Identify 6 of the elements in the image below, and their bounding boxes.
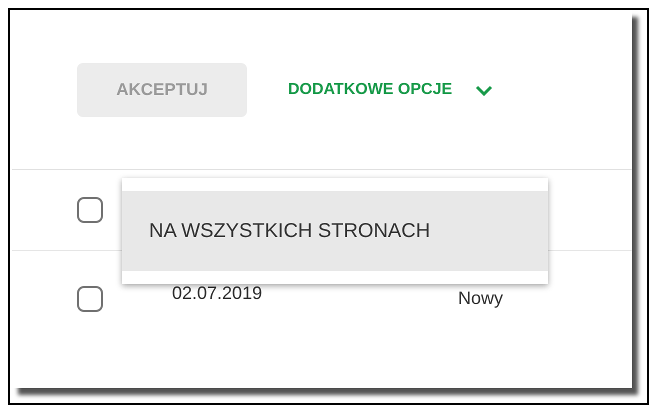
table-cell: Nowy	[458, 288, 504, 309]
table-cell-text: 02.07.2019	[172, 283, 264, 304]
row-checkbox[interactable]	[77, 286, 103, 312]
menu-item[interactable]: NA WSZYSTKICH STRONACH	[122, 191, 548, 271]
select-all-checkbox[interactable]	[77, 197, 103, 223]
more-options-button[interactable]: DODATKOWE OPCJE	[288, 80, 494, 98]
